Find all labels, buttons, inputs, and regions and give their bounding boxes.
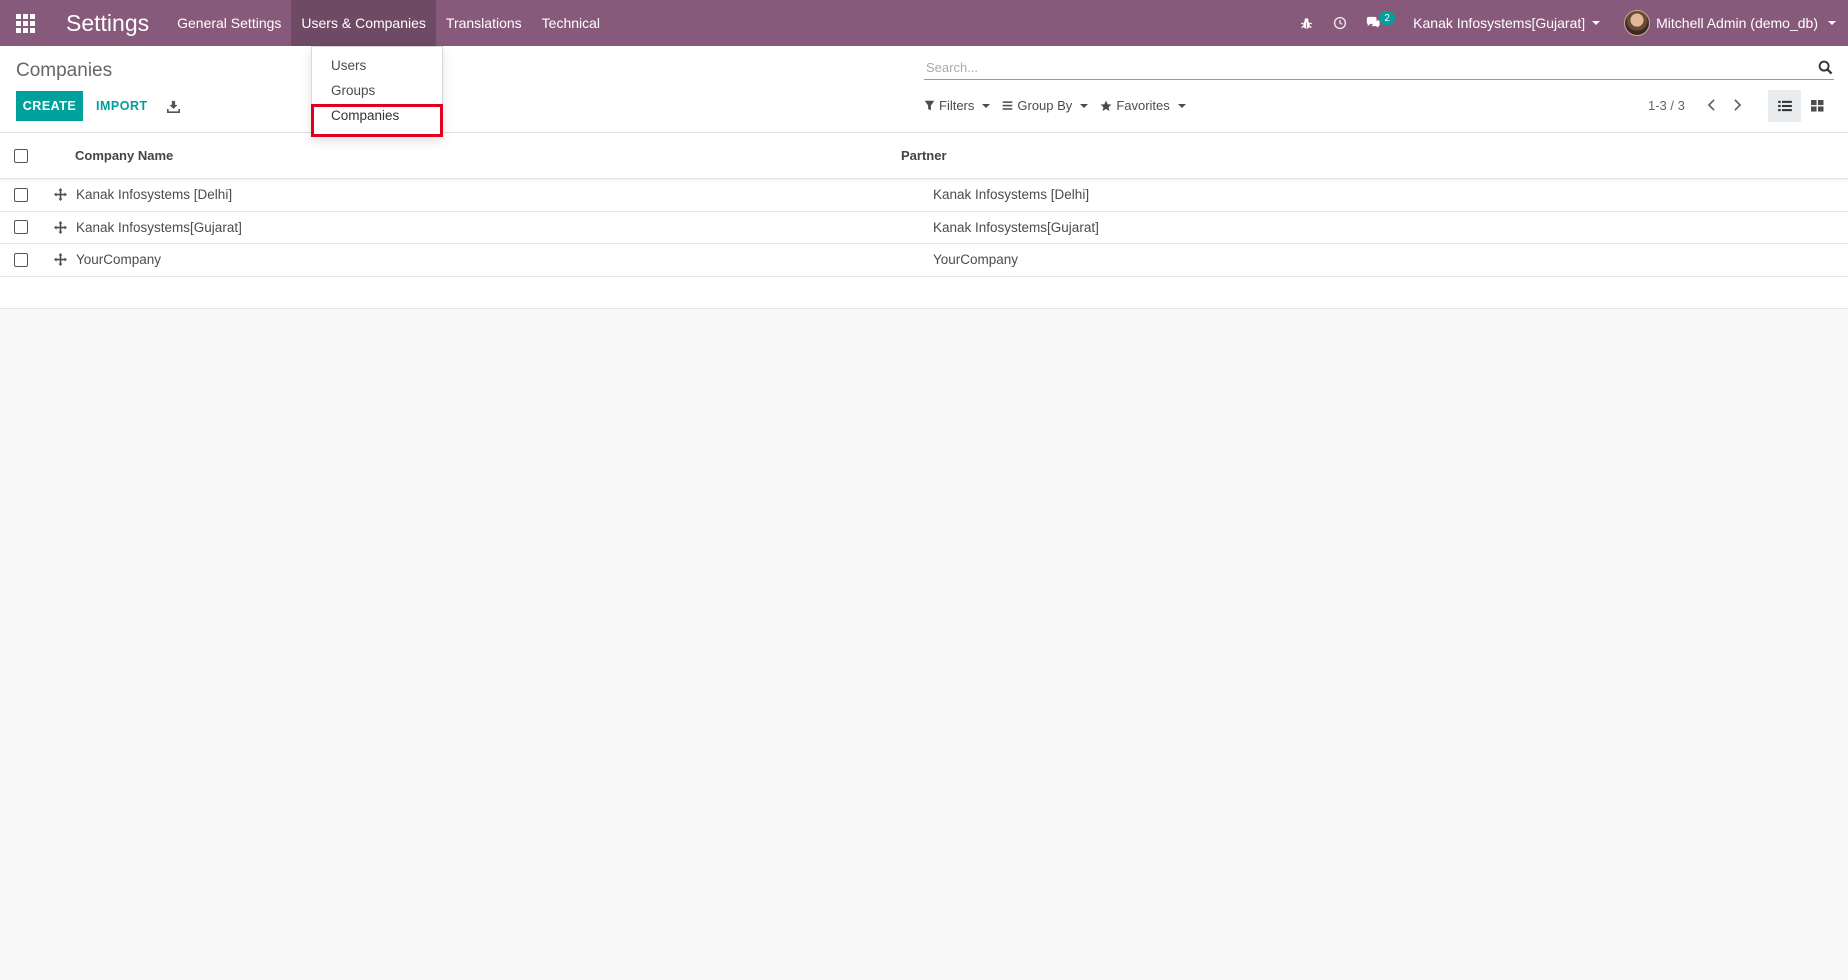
move-icon [53, 253, 67, 267]
move-icon [53, 220, 67, 234]
export-button[interactable] [163, 95, 183, 117]
menu-technical[interactable]: Technical [532, 0, 610, 46]
bug-icon [1300, 17, 1312, 29]
chevron-left-icon [1707, 99, 1715, 111]
table-empty-row [0, 277, 1848, 309]
chevron-down-icon [1080, 103, 1089, 108]
apps-grid-icon [15, 13, 35, 33]
table-row[interactable]: Kanak Infosystems [Delhi] Kanak Infosyst… [0, 179, 1848, 212]
cell-company-name: Kanak Infosystems[Gujarat] [76, 219, 242, 235]
dropdown-item-groups[interactable]: Groups [312, 78, 442, 103]
apps-menu-button[interactable] [0, 0, 50, 46]
cell-company-name: YourCompany [76, 252, 162, 268]
clock-icon [1334, 16, 1347, 30]
search-input[interactable] [924, 60, 1816, 75]
avatar [1624, 10, 1651, 36]
select-all-checkbox[interactable] [14, 148, 28, 163]
pager-previous-button[interactable] [1703, 96, 1719, 114]
list-icon [1777, 100, 1792, 112]
row-checkbox[interactable] [14, 187, 28, 202]
pager-next-button[interactable] [1729, 96, 1745, 114]
search-icon[interactable] [1816, 59, 1834, 77]
bars-icon [1003, 101, 1013, 110]
cell-partner: YourCompany [933, 252, 1019, 268]
favorites-dropdown[interactable]: Favorites [1100, 98, 1186, 113]
import-button[interactable]: IMPORT [90, 91, 154, 121]
messages-count-badge: 2 [1379, 11, 1396, 25]
menu-general-settings[interactable]: General Settings [167, 0, 291, 46]
chevron-down-icon [982, 103, 991, 108]
groupby-label: Group By [1017, 98, 1073, 113]
kanban-icon [1811, 100, 1824, 112]
chevron-right-icon [1733, 99, 1741, 111]
table-header: Company Name Partner [0, 133, 1848, 179]
filters-dropdown[interactable]: Filters [924, 98, 991, 113]
chevron-down-icon [1592, 21, 1601, 25]
row-checkbox[interactable] [14, 220, 28, 235]
company-switcher-label: Kanak Infosystems[Gujarat] [1413, 15, 1586, 31]
star-icon [1100, 100, 1112, 111]
kanban-view-button[interactable] [1801, 90, 1834, 122]
table-row[interactable]: Kanak Infosystems[Gujarat] Kanak Infosys… [0, 212, 1848, 244]
row-checkbox[interactable] [14, 252, 28, 267]
row-check-cell [0, 220, 44, 235]
user-name: Mitchell Admin (demo_db) [1656, 15, 1818, 31]
list-view-button[interactable] [1768, 90, 1801, 122]
debug-button[interactable] [1289, 0, 1323, 46]
cell-partner: Kanak Infosystems[Gujarat] [933, 219, 1099, 235]
download-icon [166, 100, 180, 113]
chevron-down-icon [1828, 21, 1836, 25]
messages-button[interactable]: 2 [1357, 0, 1397, 46]
move-icon [53, 188, 67, 202]
navbar-systray: 2 Kanak Infosystems[Gujarat] Mitchell Ad… [1289, 0, 1848, 46]
company-switcher[interactable]: Kanak Infosystems[Gujarat] [1397, 15, 1614, 31]
filters-label: Filters [939, 98, 975, 113]
chevron-down-icon [1177, 103, 1186, 108]
column-header-company-name[interactable]: Company Name [44, 148, 901, 163]
groupby-dropdown[interactable]: Group By [1002, 98, 1089, 113]
filter-icon [924, 100, 935, 111]
drag-handle[interactable] [44, 253, 76, 267]
search-bar [924, 56, 1834, 80]
highlight-annotation [311, 104, 443, 137]
activity-button[interactable] [1323, 0, 1357, 46]
select-all-cell [0, 148, 44, 163]
pager-value[interactable]: 1-3 / 3 [1648, 98, 1685, 113]
column-header-partner[interactable]: Partner [901, 148, 1848, 163]
favorites-label: Favorites [1116, 98, 1170, 113]
user-menu[interactable]: Mitchell Admin (demo_db) [1614, 10, 1836, 36]
cell-partner: Kanak Infosystems [Delhi] [933, 187, 1090, 203]
dropdown-item-users[interactable]: Users [312, 53, 442, 78]
row-check-cell [0, 187, 44, 202]
row-check-cell [0, 252, 44, 267]
app-title[interactable]: Settings [50, 10, 167, 37]
menu-translations[interactable]: Translations [436, 0, 532, 46]
breadcrumb: Companies [16, 60, 113, 81]
drag-handle[interactable] [44, 188, 76, 202]
search-options: Filters Group By Favorites [924, 98, 1186, 113]
control-panel: Companies CREATE IMPORT Filters Group By [0, 46, 1848, 133]
menu-users-companies[interactable]: Users & Companies [291, 0, 436, 46]
create-button[interactable]: CREATE [16, 91, 83, 121]
drag-handle[interactable] [44, 220, 76, 234]
top-navbar: Settings General Settings Users & Compan… [0, 0, 1848, 46]
table-row[interactable]: YourCompany YourCompany [0, 244, 1848, 277]
cell-company-name: Kanak Infosystems [Delhi] [76, 187, 233, 203]
companies-table: Company Name Partner Kanak Infosystems [… [0, 133, 1848, 309]
